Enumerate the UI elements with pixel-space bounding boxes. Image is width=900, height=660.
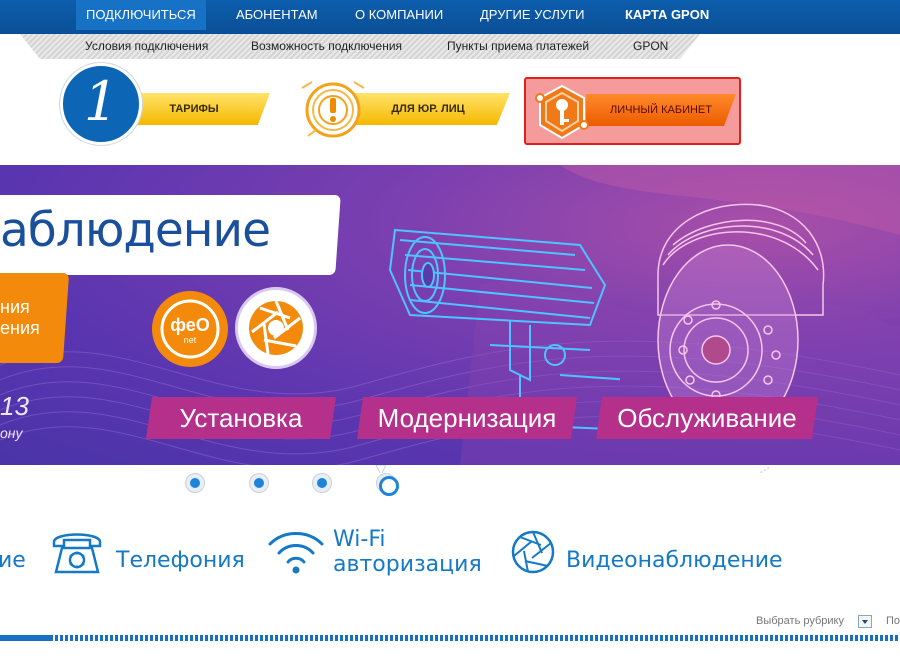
service-telephony[interactable]: Телефония bbox=[116, 548, 245, 573]
feonet-logo-subtext: net bbox=[183, 335, 197, 345]
footer-cut-text[interactable]: По bbox=[886, 615, 900, 627]
key-icon bbox=[535, 84, 589, 140]
telephone-icon[interactable] bbox=[50, 528, 104, 574]
banner-orange-text: ния ения bbox=[0, 297, 40, 339]
footer-bar-solid bbox=[0, 635, 50, 641]
legal-entities-button[interactable]: ДЛЯ ЮР. ЛИЦ bbox=[346, 93, 510, 125]
slider-dot-2[interactable] bbox=[249, 473, 269, 493]
banner-orange-line-2: ения bbox=[0, 318, 40, 338]
nav-other-services[interactable]: ДРУГИЕ УСЛУГИ bbox=[480, 0, 585, 30]
banner-phone-number: 13 bbox=[0, 391, 29, 421]
sub-navigation: Условия подключения Возможность подключе… bbox=[20, 34, 700, 59]
feonet-logo-text: феО bbox=[170, 315, 210, 335]
banner-title: аблюдение bbox=[0, 203, 271, 258]
subnav-payment-points[interactable]: Пункты приема платежей bbox=[447, 34, 589, 59]
footer-bar bbox=[0, 635, 900, 641]
number-one-badge[interactable]: 1 bbox=[60, 63, 142, 145]
service-wifi-line-1: Wi-Fi bbox=[333, 527, 386, 552]
rubric-dropdown-icon[interactable] bbox=[858, 615, 872, 628]
feonet-logo: феО net bbox=[152, 291, 228, 367]
wifi-icon[interactable] bbox=[266, 528, 326, 576]
tag-installation[interactable]: Установка bbox=[146, 397, 336, 439]
service-wifi-line-2: авторизация bbox=[333, 552, 482, 577]
service-wifi[interactable]: Wi-Fi авторизация bbox=[333, 527, 482, 577]
personal-cabinet-button[interactable]: ЛИЧНЫЙ КАБИНЕТ bbox=[524, 77, 741, 145]
nav-subscribers[interactable]: АБОНЕНТАМ bbox=[236, 0, 318, 30]
slider-track bbox=[375, 465, 771, 473]
slider-dot-4[interactable] bbox=[376, 473, 399, 496]
rubric-select-label[interactable]: Выбрать рубрику bbox=[756, 615, 844, 627]
service-video-surveillance[interactable]: Видеонаблюдение bbox=[566, 548, 783, 573]
badge-number: 1 bbox=[83, 70, 119, 133]
nav-connect[interactable]: ПОДКЛЮЧИТЬСЯ bbox=[76, 0, 206, 30]
slider-dot-3[interactable] bbox=[312, 473, 332, 493]
aperture-icon bbox=[249, 300, 303, 355]
tag-maintenance[interactable]: Обслуживание bbox=[596, 397, 818, 439]
tag-modernization[interactable]: Модернизация bbox=[357, 397, 577, 439]
subnav-possibility[interactable]: Возможность подключения bbox=[251, 34, 402, 59]
exclamation-icon[interactable] bbox=[298, 78, 368, 138]
service-partial[interactable]: ие bbox=[0, 548, 26, 573]
subnav-conditions[interactable]: Условия подключения bbox=[85, 34, 208, 59]
camera-aperture-icon[interactable] bbox=[510, 529, 556, 575]
top-navigation: ПОДКЛЮЧИТЬСЯ АБОНЕНТАМ О КОМПАНИИ ДРУГИЕ… bbox=[0, 0, 900, 34]
promo-banner[interactable]: аблюдение ния ения 13 ону феО net Устано… bbox=[0, 165, 900, 465]
subnav-gpon[interactable]: GPON bbox=[633, 34, 668, 59]
aperture-logo bbox=[235, 287, 317, 369]
nav-about[interactable]: О КОМПАНИИ bbox=[355, 0, 443, 30]
banner-orange-line-1: ния bbox=[0, 297, 30, 317]
banner-phone-caption: ону bbox=[0, 425, 23, 441]
slider-dot-1[interactable] bbox=[185, 473, 205, 493]
personal-cabinet-label: ЛИЧНЫЙ КАБИНЕТ bbox=[586, 94, 736, 126]
nav-gpon-map[interactable]: КАРТА GPON bbox=[625, 0, 709, 30]
